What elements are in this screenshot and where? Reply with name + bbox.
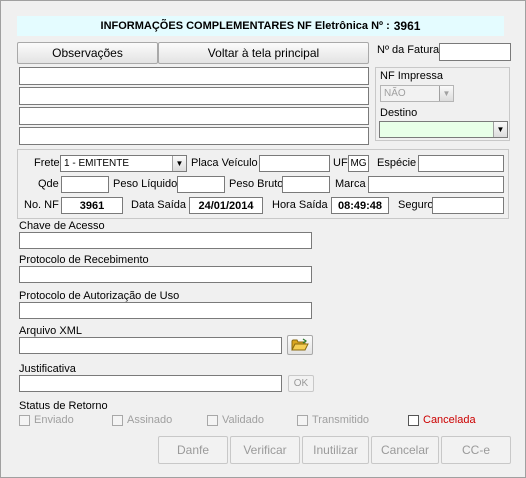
inutilizar-button[interactable]: Inutilizar (302, 436, 369, 464)
hora-saida-input[interactable]: 08:49:48 (331, 197, 389, 214)
no-nf-input[interactable]: 3961 (61, 197, 123, 214)
chevron-down-icon: ▼ (439, 86, 453, 101)
assinado-checkbox[interactable]: Assinado (112, 414, 172, 426)
uf-input[interactable]: MG (348, 155, 369, 172)
qde-label: Qde (38, 178, 59, 190)
arquivo-xml-label: Arquivo XML (19, 325, 82, 337)
enviado-label: Enviado (34, 414, 74, 426)
destino-select[interactable]: ▼ (379, 121, 508, 138)
placa-label: Placa Veículo (191, 157, 258, 169)
observacoes-button[interactable]: Observações (17, 42, 158, 64)
seguro-label: Seguro (398, 199, 434, 211)
form-title: INFORMAÇÕES COMPLEMENTARES NF Eletrônica… (17, 16, 504, 36)
uf-label: UF (333, 157, 348, 169)
destino-label: Destino (380, 107, 418, 119)
checkbox-box (207, 414, 218, 426)
data-saida-label: Data Saída (131, 199, 187, 211)
transmitido-checkbox[interactable]: Transmitido (297, 414, 369, 426)
observacao-line-1[interactable] (19, 67, 369, 85)
status-label: Status de Retorno (19, 400, 108, 412)
cancelada-label: Cancelada (423, 414, 476, 426)
frete-label: Frete (34, 157, 60, 169)
qde-input[interactable] (61, 176, 109, 193)
peso-liquido-input[interactable] (177, 176, 225, 193)
peso-liquido-label: Peso Líquido (113, 178, 178, 190)
cancelada-checkbox[interactable]: Cancelada (408, 414, 476, 426)
chave-input[interactable] (19, 232, 312, 249)
hora-saida-label: Hora Saída (272, 199, 328, 211)
protocolo-recebimento-label: Protocolo de Recebimento (19, 254, 149, 266)
protocolo-autorizacao-label: Protocolo de Autorização de Uso (19, 290, 180, 302)
marca-label: Marca (335, 178, 366, 190)
checkbox-box (19, 414, 30, 426)
chave-label: Chave de Acesso (19, 220, 105, 232)
peso-bruto-input[interactable] (282, 176, 330, 193)
assinado-label: Assinado (127, 414, 173, 426)
fatura-label: Nº da Fatura (377, 44, 440, 56)
frete-select[interactable]: 1 - EMITENTE ▼ (60, 155, 187, 172)
cancelar-button[interactable]: Cancelar (371, 436, 439, 464)
verificar-button[interactable]: Verificar (230, 436, 300, 464)
peso-bruto-label: Peso Bruto (229, 178, 284, 190)
placa-input[interactable] (259, 155, 330, 172)
protocolo-recebimento-input[interactable] (19, 266, 312, 283)
marca-input[interactable] (368, 176, 504, 193)
title-label: INFORMAÇÕES COMPLEMENTARES NF Eletrônica… (100, 20, 390, 32)
nf-impressa-value: NÃO (384, 88, 406, 99)
transmitido-label: Transmitido (312, 414, 370, 426)
enviado-checkbox[interactable]: Enviado (19, 414, 74, 426)
fatura-input[interactable] (439, 43, 511, 61)
validado-checkbox[interactable]: Validado (207, 414, 264, 426)
chevron-down-icon: ▼ (172, 156, 186, 171)
observacao-line-2[interactable] (19, 87, 369, 105)
cce-button[interactable]: CC-e (441, 436, 511, 464)
protocolo-autorizacao-input[interactable] (19, 302, 312, 319)
voltar-button[interactable]: Voltar à tela principal (158, 42, 369, 64)
checkbox-box (112, 414, 123, 426)
nf-impressa-select[interactable]: NÃO ▼ (380, 85, 454, 102)
checkbox-box (408, 414, 419, 426)
checkbox-box (297, 414, 308, 426)
ok-button[interactable]: OK (288, 375, 314, 392)
data-saida-input[interactable]: 24/01/2014 (189, 197, 263, 214)
danfe-button[interactable]: Danfe (158, 436, 228, 464)
justificativa-label: Justificativa (19, 363, 76, 375)
observacao-line-4[interactable] (19, 127, 369, 145)
chevron-down-icon: ▼ (493, 122, 507, 137)
browse-xml-button[interactable] (287, 335, 313, 355)
frete-value: 1 - EMITENTE (64, 158, 130, 169)
especie-input[interactable] (418, 155, 504, 172)
no-nf-label: No. NF (24, 199, 59, 211)
validado-label: Validado (222, 414, 264, 426)
especie-label: Espécie (377, 157, 417, 169)
justificativa-input[interactable] (19, 375, 282, 392)
observacao-line-3[interactable] (19, 107, 369, 125)
seguro-input[interactable] (432, 197, 504, 214)
arquivo-xml-input[interactable] (19, 337, 282, 354)
title-number: 3961 (393, 19, 421, 33)
nf-impressa-label: NF Impressa (380, 70, 443, 82)
folder-open-icon (291, 338, 309, 351)
